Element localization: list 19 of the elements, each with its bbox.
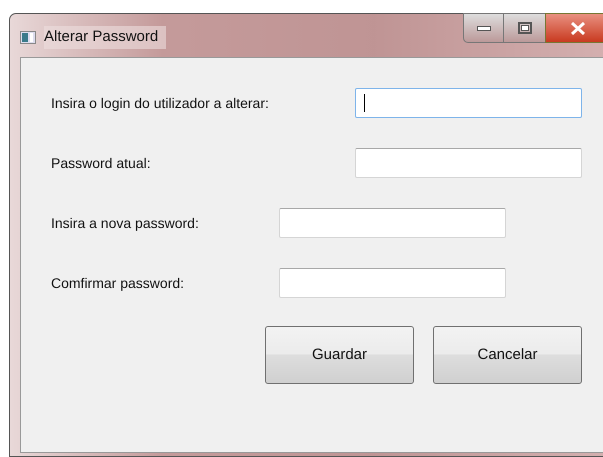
minimize-icon — [476, 26, 490, 30]
field-label: Password atual: — [51, 154, 152, 172]
maximize-button[interactable] — [504, 13, 545, 43]
input-field[interactable] — [355, 88, 582, 118]
close-icon — [570, 22, 586, 34]
close-button[interactable] — [545, 13, 603, 43]
text-caret — [364, 94, 365, 112]
field-label: Comfirmar password: — [51, 274, 186, 293]
input-field[interactable] — [355, 148, 582, 178]
field-label: Insira o login do utilizador a alterar: — [51, 94, 270, 113]
input-field[interactable] — [279, 208, 506, 238]
input-field[interactable] — [279, 268, 506, 298]
dialog-button[interactable]: Cancelar — [433, 326, 582, 384]
window-app-icon — [20, 30, 36, 44]
field-label: Insira a nova password: — [51, 214, 200, 233]
maximize-icon — [518, 22, 532, 34]
window-title: Alterar Password — [44, 26, 166, 48]
minimize-button[interactable] — [463, 13, 504, 43]
dialog-button[interactable]: Guardar — [265, 326, 414, 384]
